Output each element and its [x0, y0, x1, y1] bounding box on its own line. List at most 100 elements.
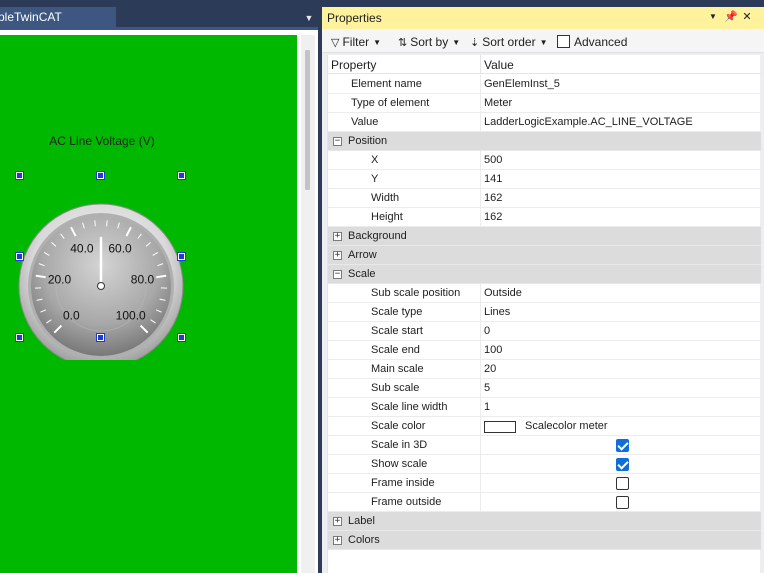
- property-group-arrow[interactable]: + Arrow: [328, 246, 761, 265]
- sort-by-icon: ⇅: [398, 37, 408, 49]
- property-name: Sub scale: [371, 382, 420, 394]
- property-row-height[interactable]: Height 162: [328, 208, 761, 227]
- document-tabstrip: pleTwinCAT ▼: [0, 7, 318, 27]
- property-group-label: Label: [348, 515, 375, 527]
- property-value[interactable]: Meter: [484, 97, 512, 109]
- property-name: Type of element: [351, 97, 430, 109]
- property-value[interactable]: 141: [484, 173, 502, 185]
- property-group-background[interactable]: + Background: [328, 227, 761, 246]
- filter-icon: ▽: [331, 37, 340, 49]
- collapse-icon[interactable]: −: [333, 137, 342, 146]
- sort-by-button[interactable]: ⇅ Sort by ▼: [398, 34, 460, 50]
- sort-order-button[interactable]: ⇣ Sort order ▼: [470, 34, 548, 50]
- column-separator: [480, 341, 481, 360]
- property-row-width[interactable]: Width 162: [328, 189, 761, 208]
- property-value[interactable]: 5: [484, 382, 490, 394]
- property-row-scale-line-width[interactable]: Scale line width 1: [328, 398, 761, 417]
- property-group-scale[interactable]: − Scale: [328, 265, 761, 284]
- ide-window: pleTwinCAT ▼ AC Line Voltage (V) 0.0 20.…: [0, 0, 764, 573]
- property-row-frame-outside[interactable]: Frame outside: [328, 493, 761, 512]
- document-tab-label: pleTwinCAT: [0, 10, 62, 24]
- property-value[interactable]: 0: [484, 325, 490, 337]
- expand-icon[interactable]: +: [333, 536, 342, 545]
- property-row-show-scale[interactable]: Show scale: [328, 455, 761, 474]
- resize-handle-n[interactable]: [96, 171, 105, 180]
- column-separator: [480, 436, 481, 455]
- property-group-colors[interactable]: + Colors: [328, 531, 761, 550]
- pin-icon[interactable]: 📌: [724, 10, 738, 24]
- property-row-x[interactable]: X 500: [328, 151, 761, 170]
- column-header-property: Property: [331, 58, 377, 72]
- filter-button[interactable]: ▽ Filter ▼: [331, 34, 381, 50]
- column-separator: [480, 360, 481, 379]
- panel-menu-icon[interactable]: ▼: [706, 10, 720, 24]
- meter-caption: AC Line Voltage (V): [49, 134, 155, 148]
- property-checkbox[interactable]: [616, 496, 629, 509]
- column-separator: [480, 322, 481, 341]
- expand-icon[interactable]: +: [333, 517, 342, 526]
- property-row-scale-in-3d[interactable]: Scale in 3D: [328, 436, 761, 455]
- property-row-y[interactable]: Y 141: [328, 170, 761, 189]
- column-separator: [480, 455, 481, 474]
- close-icon[interactable]: ✕: [740, 10, 754, 24]
- property-group-label[interactable]: + Label: [328, 512, 761, 531]
- property-row-scale-color[interactable]: Scale color Scalecolor meter: [328, 417, 761, 436]
- property-name: Scale end: [371, 344, 420, 356]
- resize-handle-e[interactable]: [177, 252, 186, 261]
- column-separator: [480, 417, 481, 436]
- property-row-main-scale[interactable]: Main scale 20: [328, 360, 761, 379]
- property-row-scale-type[interactable]: Scale type Lines: [328, 303, 761, 322]
- property-value[interactable]: 162: [484, 192, 502, 204]
- resize-handle-ne[interactable]: [177, 171, 186, 180]
- sort-by-label: Sort by: [410, 35, 449, 49]
- property-name: Width: [371, 192, 400, 204]
- resize-handle-w[interactable]: [15, 252, 24, 261]
- property-value[interactable]: Lines: [484, 306, 510, 318]
- property-value[interactable]: 1: [484, 401, 490, 413]
- property-value[interactable]: 20: [484, 363, 496, 375]
- property-checkbox[interactable]: [616, 477, 629, 490]
- property-value[interactable]: 500: [484, 154, 502, 166]
- property-row-scale-start[interactable]: Scale start 0: [328, 322, 761, 341]
- property-checkbox[interactable]: [616, 458, 629, 471]
- property-value[interactable]: GenElemInst_5: [484, 78, 560, 90]
- tab-list-dropdown-icon[interactable]: ▼: [303, 12, 315, 24]
- column-separator[interactable]: [480, 55, 481, 74]
- resize-handle-nw[interactable]: [15, 171, 24, 180]
- resize-handle-s[interactable]: [96, 333, 105, 342]
- advanced-checkbox[interactable]: [557, 35, 570, 48]
- property-row-element-name[interactable]: Element name GenElemInst_5: [328, 75, 761, 94]
- column-separator: [480, 151, 481, 170]
- document-tab[interactable]: pleTwinCAT: [0, 7, 116, 27]
- collapse-icon[interactable]: −: [333, 270, 342, 279]
- property-name: Height: [371, 211, 403, 223]
- meter-element[interactable]: 0.0 20.0 40.0 60.0 80.0 100.0: [0, 170, 200, 360]
- column-separator: [480, 474, 481, 493]
- color-swatch[interactable]: [484, 421, 516, 433]
- property-value[interactable]: 100: [484, 344, 502, 356]
- property-value[interactable]: 162: [484, 211, 502, 223]
- meter-tick-label: 20.0: [48, 272, 72, 286]
- property-row-value[interactable]: Value LadderLogicExample.AC_LINE_VOLTAGE: [328, 113, 761, 132]
- property-value[interactable]: Outside: [484, 287, 522, 299]
- column-separator: [480, 379, 481, 398]
- property-name: Element name: [351, 78, 422, 90]
- resize-handle-sw[interactable]: [15, 333, 24, 342]
- meter-hub: [97, 282, 105, 290]
- expand-icon[interactable]: +: [333, 232, 342, 241]
- property-row-type-of-element[interactable]: Type of element Meter: [328, 94, 761, 113]
- filter-label: Filter: [342, 35, 370, 49]
- property-row-sub-scale-position[interactable]: Sub scale position Outside: [328, 284, 761, 303]
- property-checkbox[interactable]: [616, 439, 629, 452]
- column-separator: [480, 303, 481, 322]
- property-name: Y: [371, 173, 379, 185]
- meter-tick-label: 0.0: [63, 309, 80, 323]
- vertical-scrollbar-thumb[interactable]: [305, 50, 310, 190]
- property-row-sub-scale[interactable]: Sub scale 5: [328, 379, 761, 398]
- property-value[interactable]: LadderLogicExample.AC_LINE_VOLTAGE: [484, 116, 693, 128]
- expand-icon[interactable]: +: [333, 251, 342, 260]
- property-row-frame-inside[interactable]: Frame inside: [328, 474, 761, 493]
- property-row-scale-end[interactable]: Scale end 100: [328, 341, 761, 360]
- property-group-position[interactable]: − Position: [328, 132, 761, 151]
- resize-handle-se[interactable]: [177, 333, 186, 342]
